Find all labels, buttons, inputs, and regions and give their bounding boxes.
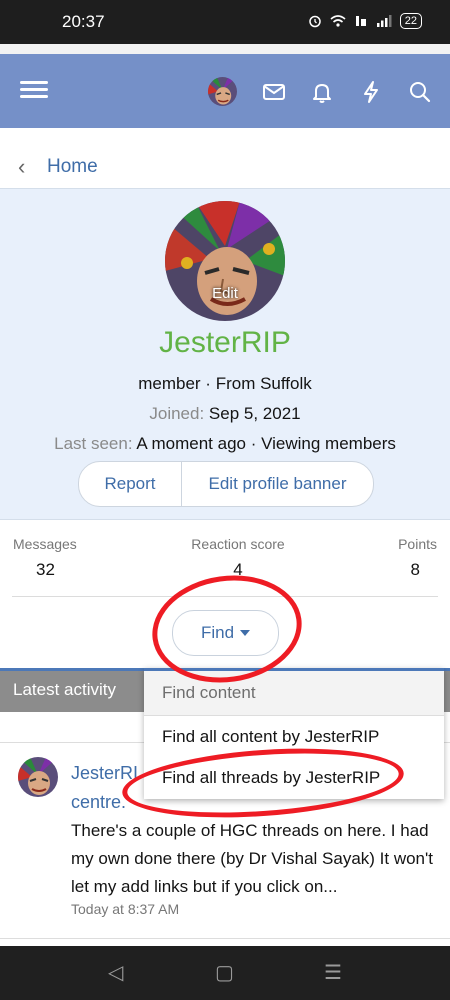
post-title-line2[interactable]: centre. — [71, 792, 126, 812]
caret-down-icon — [240, 630, 251, 636]
signal-icon — [376, 15, 392, 27]
status-bar: 20:37 22 — [0, 0, 450, 44]
dropdown-header-label: Find content — [162, 683, 256, 702]
find-dropdown-menu: Find content Find all content by JesterR… — [144, 668, 444, 799]
joined-label: Joined: — [149, 404, 205, 423]
stat-label: Reaction score — [191, 536, 285, 552]
stat-value: 32 — [36, 560, 55, 579]
breadcrumb-home-link[interactable]: Home — [47, 156, 98, 178]
menu-item-find-all-threads[interactable]: Find all threads by JesterRIP — [162, 768, 380, 788]
recents-icon[interactable]: ☰ — [324, 960, 342, 985]
post-timestamp[interactable]: Today at 8:37 AM — [71, 901, 179, 917]
breadcrumb: ‹ Home — [0, 128, 450, 188]
top-nav — [0, 54, 450, 128]
report-button[interactable]: Report — [79, 462, 182, 506]
profile-header: Edit JesterRIP member · From Suffolk Joi… — [0, 188, 450, 520]
menu-item-find-all-content[interactable]: Find all content by JesterRIP — [162, 727, 379, 747]
profile-role-location: member · From Suffolk — [138, 374, 312, 393]
find-button-label: Find — [200, 623, 235, 642]
back-icon[interactable]: ◁ — [108, 960, 123, 985]
home-icon[interactable]: ▢ — [215, 960, 234, 985]
profile-stats: Messages 32 Reaction score 4 Points 8 — [0, 520, 450, 596]
stat-label: Points — [398, 536, 437, 552]
last-seen-value: A moment ago · Viewing members — [136, 434, 396, 453]
dropdown-header: Find content — [144, 671, 444, 716]
stat-label: Messages — [13, 536, 77, 552]
edit-banner-button[interactable]: Edit profile banner — [182, 462, 373, 506]
volte-icon — [355, 16, 366, 26]
post-title-line1[interactable]: JesterRI — [71, 763, 138, 783]
alarm-icon — [309, 15, 321, 28]
battery-icon: 22 — [399, 13, 422, 29]
chevron-left-icon[interactable]: ‹ — [18, 154, 25, 180]
mail-icon[interactable] — [260, 78, 288, 106]
wifi-icon — [330, 15, 346, 27]
stat-messages[interactable]: Messages 32 — [13, 536, 77, 580]
stat-reaction-score[interactable]: Reaction score 4 — [189, 536, 287, 580]
tab-latest-activity[interactable]: Latest activity — [13, 680, 116, 700]
avatar-edit-label[interactable]: Edit — [165, 285, 285, 302]
stat-value: 4 — [233, 560, 243, 579]
bolt-icon[interactable] — [357, 78, 385, 106]
profile-avatar[interactable]: Edit — [165, 201, 285, 321]
bell-icon[interactable] — [308, 78, 336, 106]
android-nav-bar: ◁ ▢ ☰ — [0, 946, 450, 1000]
post-avatar[interactable] — [18, 757, 58, 797]
profile-username: JesterRIP — [159, 326, 291, 359]
jester-avatar-image — [165, 201, 285, 321]
stat-points[interactable]: Points 8 — [398, 536, 437, 580]
joined-value: Sep 5, 2021 — [208, 404, 301, 423]
stat-value: 8 — [410, 560, 420, 579]
last-seen-label: Last seen: — [54, 434, 133, 453]
post-snippet: There's a couple of HGC threads on here.… — [71, 821, 433, 896]
top-spacer — [0, 44, 450, 54]
menu-icon[interactable] — [20, 77, 48, 105]
user-avatar[interactable] — [208, 77, 237, 106]
profile-last-seen: Last seen: A moment ago · Viewing member… — [0, 434, 450, 454]
status-time: 20:37 — [62, 12, 105, 31]
find-button[interactable]: Find — [172, 610, 279, 656]
profile-joined: Joined: Sep 5, 2021 — [0, 404, 450, 424]
search-icon[interactable] — [406, 78, 434, 106]
status-icons: 22 — [308, 13, 422, 29]
profile-action-group: Report Edit profile banner — [78, 461, 374, 507]
divider — [12, 596, 438, 597]
